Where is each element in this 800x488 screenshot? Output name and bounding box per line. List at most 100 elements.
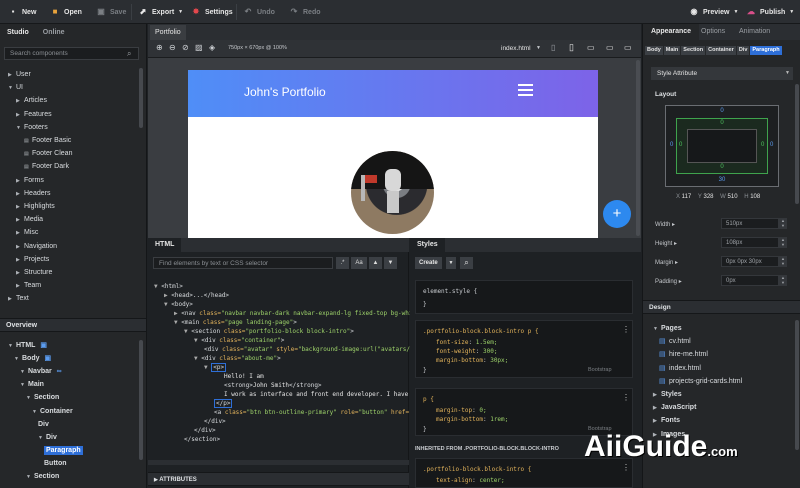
margin-right-value[interactable]: 0 [770, 142, 773, 148]
code-line[interactable]: ▼ <section class="portfolio-block block-… [154, 327, 434, 336]
overview-item-paragraph[interactable]: Paragraph [44, 445, 83, 457]
design-item-cv-html[interactable]: ▤ cv.html [659, 336, 691, 348]
tree-item-projects[interactable]: ▶ Projects [16, 254, 49, 266]
tree-item-footers[interactable]: ▼ Footers [16, 122, 48, 134]
margin-top-value[interactable]: 0 [666, 108, 778, 114]
phone-icon[interactable]: ▯ [569, 42, 574, 53]
tree-item-ui[interactable]: ▼ UI [8, 82, 23, 94]
padding-bottom-value[interactable]: 0 [677, 164, 767, 170]
margin-stepper[interactable]: ▲ ▼ [779, 256, 787, 267]
more-icon[interactable]: ⋮ [622, 393, 630, 402]
margin-bottom-value[interactable]: 30 [666, 177, 778, 183]
crumb-section[interactable]: Section [681, 46, 706, 55]
margin-input[interactable]: 0px 0px 30px [721, 256, 779, 267]
attributes-header[interactable]: ▶ ATTRIBUTES [148, 472, 409, 486]
component-scrollbar[interactable] [139, 68, 143, 128]
overview-item-body[interactable]: ▼ Body ▣ [14, 353, 51, 365]
tree-item-team[interactable]: ▶ Team [16, 280, 41, 292]
code-line[interactable]: ▼ <div class="container"> [154, 336, 434, 345]
tab-appearance[interactable]: Appearance [643, 24, 700, 40]
tree-item-footer-clean[interactable]: ▤ Footer Clean [24, 148, 72, 160]
more-icon[interactable]: ⋮ [622, 463, 630, 472]
overview-item-section[interactable]: ▼ Section [26, 392, 59, 404]
code-line[interactable]: Hello! I am [154, 372, 434, 381]
code-line[interactable]: <div class="avatar" style="background-im… [154, 345, 434, 354]
width-stepper[interactable]: ▲ ▼ [779, 218, 787, 229]
appearance-scrollbar[interactable] [795, 84, 799, 204]
design-item-javascript[interactable]: ▶ JavaScript [653, 402, 696, 414]
phone-small-icon[interactable]: ▯ [551, 43, 555, 52]
design-item-hire-me-html[interactable]: ▤ hire-me.html [659, 349, 708, 361]
design-item-fonts[interactable]: ▶ Fonts [653, 415, 680, 427]
overview-item-section[interactable]: ▼ Section [26, 471, 59, 483]
code-line[interactable]: </div> [154, 426, 434, 435]
rule-block-intro-p[interactable]: .portfolio-block.block-intro p { font-si… [415, 320, 633, 378]
tree-item-highlights[interactable]: ▶ Highlights [16, 201, 55, 213]
design-item-styles[interactable]: ▶ Styles [653, 389, 682, 401]
hamburger-icon[interactable] [518, 84, 533, 86]
tree-item-footer-basic[interactable]: ▤ Footer Basic [24, 135, 71, 147]
padding-top-value[interactable]: 0 [677, 120, 767, 126]
margin-box[interactable]: 0 30 0 0 0 0 0 0 [665, 105, 779, 187]
image-icon[interactable]: ▨ [195, 43, 203, 52]
search-icon[interactable]: ⌕ [460, 257, 473, 269]
padding-right-value[interactable]: 0 [761, 142, 764, 148]
rule-element-style[interactable]: element.style { } [415, 280, 633, 314]
code-line[interactable]: I work as interface and front end develo… [154, 390, 434, 399]
code-line[interactable]: ▶ <nav class="navbar navbar-dark navbar-… [154, 309, 434, 318]
tree-item-articles[interactable]: ▶ Articles [16, 95, 47, 107]
overview-scrollbar[interactable] [139, 340, 143, 460]
code-line[interactable]: </p> [154, 399, 434, 408]
tree-item-media[interactable]: ▶ Media [16, 214, 43, 226]
overview-item-div[interactable]: Div [38, 419, 49, 431]
code-line[interactable]: </section> [154, 435, 434, 444]
overview-item-container[interactable]: ▼ Container [32, 406, 73, 418]
tree-item-text[interactable]: ▶ Text [8, 293, 29, 305]
margin-left-value[interactable]: 0 [670, 142, 673, 148]
open-button[interactable]: ■ Open [50, 0, 82, 24]
tab-animation[interactable]: Animation [739, 24, 770, 40]
chevron-up-icon[interactable]: ▲ [369, 257, 382, 269]
code-line[interactable]: ▼ <div class="about-me"> [154, 354, 434, 363]
padding-left-value[interactable]: 0 [679, 142, 682, 148]
zoom-in-icon[interactable]: ⊕ [156, 43, 163, 52]
tree-item-navigation[interactable]: ▶ Navigation [16, 241, 57, 253]
tab-studio[interactable]: Studio [0, 24, 36, 41]
rule-p[interactable]: p { margin-top: 0; margin-bottom: 1rem; … [415, 388, 633, 436]
page-preview[interactable]: John's Portfolio [188, 70, 598, 238]
desktop-icon[interactable]: ▭ [624, 43, 632, 52]
more-icon[interactable]: ⋮ [622, 325, 630, 334]
add-fab-button[interactable]: + [603, 200, 631, 228]
export-button[interactable]: ⬈ Export ▼ [138, 0, 183, 24]
redo-button[interactable]: ↷ Redo [289, 0, 321, 24]
overview-item-main[interactable]: ▼ Main [20, 379, 44, 391]
tree-item-headers[interactable]: ▶ Headers [16, 188, 50, 200]
settings-button[interactable]: ✸ Settings [191, 0, 233, 24]
no-style-icon[interactable]: ⊘ [182, 43, 189, 52]
crumb-body[interactable]: Body [645, 46, 663, 55]
crumb-container[interactable]: Container [706, 46, 736, 55]
case-toggle[interactable]: Aa [351, 257, 367, 269]
undo-button[interactable]: ↶ Undo [243, 0, 275, 24]
component-search-input[interactable]: Search components [4, 47, 139, 60]
height-input[interactable]: 108px [721, 237, 779, 248]
design-scrollbar[interactable] [795, 320, 799, 450]
height-stepper[interactable]: ▲ ▼ [779, 237, 787, 248]
tree-item-features[interactable]: ▶ Features [16, 109, 52, 121]
chevron-down-icon[interactable]: ▼ [446, 257, 456, 269]
overview-item-button[interactable]: Button [44, 458, 67, 470]
preview-button[interactable]: ◉ Preview ▼ [689, 0, 739, 24]
zoom-out-icon[interactable]: ⊖ [169, 43, 176, 52]
brand-title[interactable]: John's Portfolio [244, 85, 326, 99]
file-select[interactable]: index.html [501, 45, 531, 52]
code-line[interactable]: ▼ <body> [154, 300, 434, 309]
design-item-index-html[interactable]: ▤ index.html [659, 363, 701, 375]
tree-item-footer-dark[interactable]: ▤ Footer Dark [24, 161, 69, 173]
navbar[interactable]: John's Portfolio [188, 70, 598, 117]
code-line[interactable]: </div> [154, 417, 434, 426]
padding-box[interactable]: 0 0 0 0 [676, 118, 768, 174]
code-line[interactable]: ▶ <head>...</head> [154, 291, 434, 300]
tree-item-forms[interactable]: ▶ Forms [16, 175, 44, 187]
tree-item-structure[interactable]: ▶ Structure [16, 267, 52, 279]
crumb-main[interactable]: Main [663, 46, 681, 55]
